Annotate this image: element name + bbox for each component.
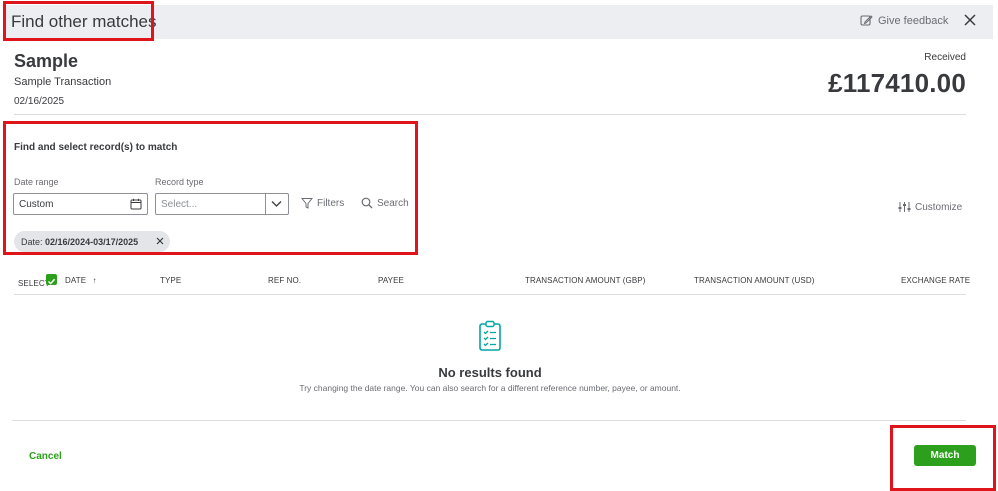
transaction-amount: £117410.00 — [828, 68, 966, 98]
column-header-amount-gbp: TRANSACTION AMOUNT (GBP) — [525, 276, 646, 285]
search-button[interactable]: Search — [361, 197, 409, 209]
search-label: Search — [377, 197, 409, 209]
summary-divider — [14, 114, 966, 115]
date-range-select[interactable]: Custom — [13, 193, 148, 215]
empty-state-title: No results found — [438, 365, 542, 380]
filters-button[interactable]: Filters — [301, 197, 344, 209]
transaction-name: Sample — [14, 51, 79, 71]
customize-label: Customize — [915, 201, 963, 213]
transaction-description: Sample Transaction — [14, 76, 112, 88]
sliders-icon — [898, 202, 911, 212]
column-header-date[interactable]: DATE ↑ — [65, 276, 97, 285]
customize-button[interactable]: Customize — [898, 201, 962, 213]
find-section-title: Find and select record(s) to match — [14, 142, 178, 153]
footer-divider — [12, 420, 966, 421]
search-icon — [361, 197, 373, 209]
date-range-value: Custom — [19, 198, 54, 210]
transaction-status: Received — [924, 52, 966, 63]
chip-value: 02/16/2024-03/17/2025 — [45, 236, 139, 247]
date-range-label: Date range — [14, 177, 59, 187]
dialog-title: Find other matches — [11, 12, 157, 31]
select-all-checkbox[interactable] — [46, 274, 57, 285]
give-feedback-label: Give feedback — [878, 14, 949, 27]
record-type-label: Record type — [155, 177, 204, 187]
column-header-ref-no: REF NO. — [268, 276, 302, 285]
filters-label: Filters — [317, 197, 345, 209]
checkmark-icon — [47, 278, 56, 285]
feedback-icon — [860, 15, 873, 26]
table-header-divider — [14, 294, 966, 295]
column-header-payee: PAYEE — [378, 276, 404, 285]
chip-prefix: Date: — [21, 236, 43, 247]
sort-ascending-icon: ↑ — [92, 276, 97, 285]
close-icon[interactable] — [963, 13, 977, 27]
filter-icon — [301, 198, 313, 209]
column-header-select: SELECT — [18, 279, 50, 288]
cancel-button[interactable]: Cancel — [29, 451, 62, 462]
remove-chip-icon[interactable] — [156, 237, 164, 245]
chevron-down-icon[interactable] — [271, 200, 282, 208]
calendar-icon[interactable] — [130, 198, 142, 210]
record-type-placeholder: Select... — [161, 198, 198, 210]
match-button[interactable]: Match — [914, 445, 976, 466]
clipboard-checklist-icon — [479, 320, 501, 351]
date-filter-chip: Date: 02/16/2024-03/17/2025 — [14, 231, 170, 252]
column-header-type: TYPE — [160, 276, 182, 285]
record-type-select[interactable]: Select... — [155, 193, 289, 215]
date-header-label: DATE — [65, 276, 87, 285]
give-feedback-link[interactable]: Give feedback — [860, 14, 948, 27]
column-header-exchange-rate: EXCHANGE RATE — [901, 276, 971, 285]
transaction-date: 02/16/2025 — [14, 96, 65, 107]
column-header-amount-usd: TRANSACTION AMOUNT (USD) — [694, 276, 815, 285]
empty-state-message: Try changing the date range. You can als… — [299, 383, 681, 393]
select-divider — [265, 194, 266, 214]
